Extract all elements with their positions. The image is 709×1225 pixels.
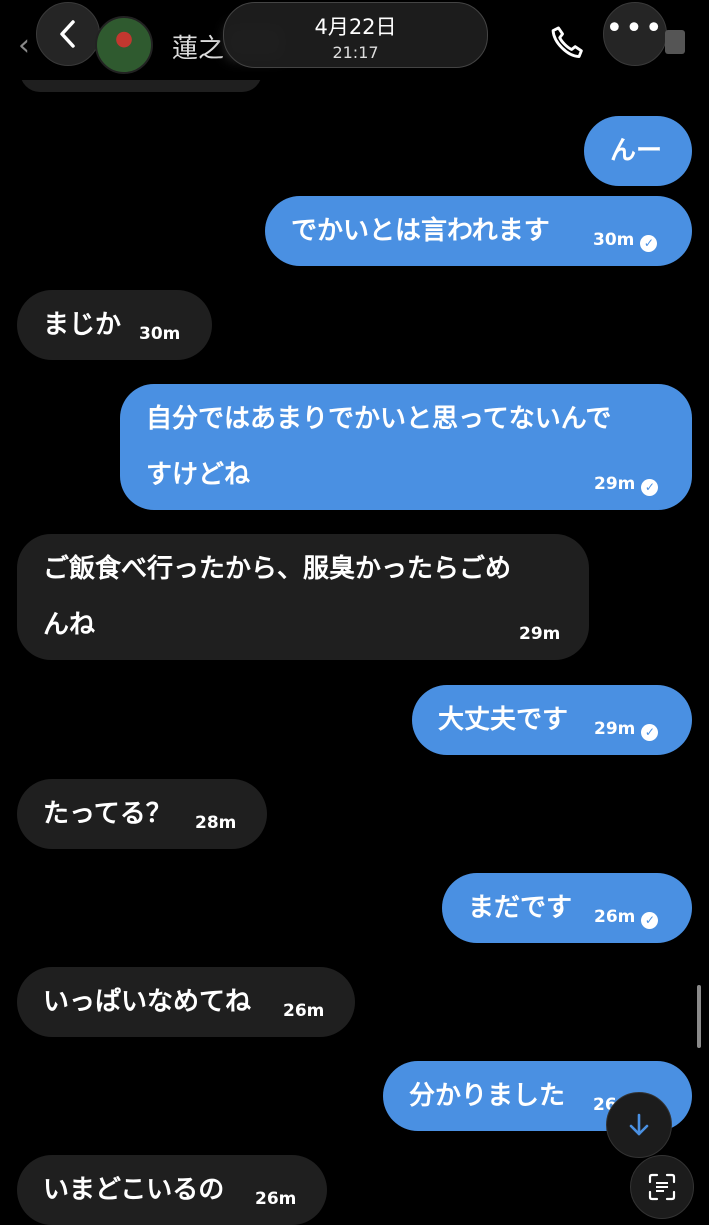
date-time-pill: 4月22日 21:17 bbox=[223, 2, 488, 68]
message-text: まだです bbox=[468, 893, 573, 923]
message-text: 分かりました bbox=[409, 1081, 566, 1111]
contact-name[interactable]: 蓮之 bbox=[172, 28, 224, 65]
message-bubble[interactable]: でかいとは言われます 30m ✓ bbox=[265, 196, 692, 266]
arrow-down-icon bbox=[629, 1113, 649, 1136]
chevron-left-icon bbox=[60, 20, 75, 48]
message-time: 30m ✓ bbox=[593, 232, 658, 252]
message-text-line2: すけどね bbox=[146, 460, 251, 490]
message-time: 29m ✓ bbox=[594, 721, 659, 741]
check-icon: ✓ bbox=[641, 724, 659, 741]
check-icon: ✓ bbox=[640, 235, 658, 252]
chat-header: ‹ 蓮之 4月22日 21:17 ••• bbox=[0, 0, 709, 80]
message-text-line2: んね bbox=[43, 610, 96, 640]
phone-icon[interactable] bbox=[548, 24, 586, 62]
check-icon: ✓ bbox=[641, 479, 659, 496]
scan-text-button[interactable] bbox=[630, 1155, 694, 1219]
message-text-line1: ご飯食べ行ったから、服臭かったらごめ bbox=[43, 554, 512, 584]
more-dots-icon: ••• bbox=[605, 11, 665, 46]
scrollbar[interactable] bbox=[697, 985, 701, 1048]
message-text: まじか bbox=[43, 310, 122, 340]
message-text: たってる？ bbox=[43, 799, 172, 829]
scroll-to-bottom-button[interactable] bbox=[606, 1092, 672, 1158]
message-text-line1: 自分ではあまりでかいと思ってないんで bbox=[146, 404, 612, 434]
back-arrow-icon: ‹ bbox=[18, 28, 30, 63]
message-time: 29m ✓ bbox=[594, 476, 659, 496]
video-icon[interactable] bbox=[665, 30, 685, 54]
message-time: 28m bbox=[195, 813, 237, 833]
avatar[interactable] bbox=[95, 16, 153, 74]
message-bubble[interactable]: まじか 30m bbox=[17, 290, 212, 360]
message-bubble[interactable]: いっぱいなめてね 26m bbox=[17, 967, 355, 1037]
message-text: 大丈夫です bbox=[438, 705, 569, 735]
message-time: 26m bbox=[283, 1001, 325, 1021]
message-bubble[interactable]: ご飯食べ行ったから、服臭かったらごめ んね 29m bbox=[17, 534, 589, 660]
message-text: でかいとは言われます bbox=[291, 216, 550, 246]
scan-text-icon bbox=[648, 1173, 676, 1201]
message-time: 29m bbox=[519, 624, 561, 644]
date-label: 4月22日 bbox=[314, 15, 397, 39]
message-text: んー bbox=[610, 136, 663, 166]
message-bubble[interactable]: 大丈夫です 29m ✓ bbox=[412, 685, 692, 755]
time-label: 21:17 bbox=[332, 43, 379, 62]
message-text: いまどこいるの bbox=[43, 1175, 225, 1205]
message-bubble[interactable]: 自分ではあまりでかいと思ってないんで すけどね 29m ✓ bbox=[120, 384, 692, 510]
check-icon: ✓ bbox=[641, 912, 659, 929]
message-bubble[interactable]: んー bbox=[584, 116, 692, 186]
message-time: 30m bbox=[139, 324, 181, 344]
message-bubble[interactable]: まだです 26m ✓ bbox=[442, 873, 692, 943]
message-bubble[interactable]: いまどこいるの 26m bbox=[17, 1155, 327, 1225]
message-bubble[interactable]: たってる？ 28m bbox=[17, 779, 267, 849]
more-button[interactable]: ••• bbox=[603, 2, 667, 66]
message-time: 26m ✓ bbox=[594, 909, 659, 929]
back-button[interactable] bbox=[36, 2, 100, 66]
message-text: いっぱいなめてね bbox=[43, 987, 252, 1017]
